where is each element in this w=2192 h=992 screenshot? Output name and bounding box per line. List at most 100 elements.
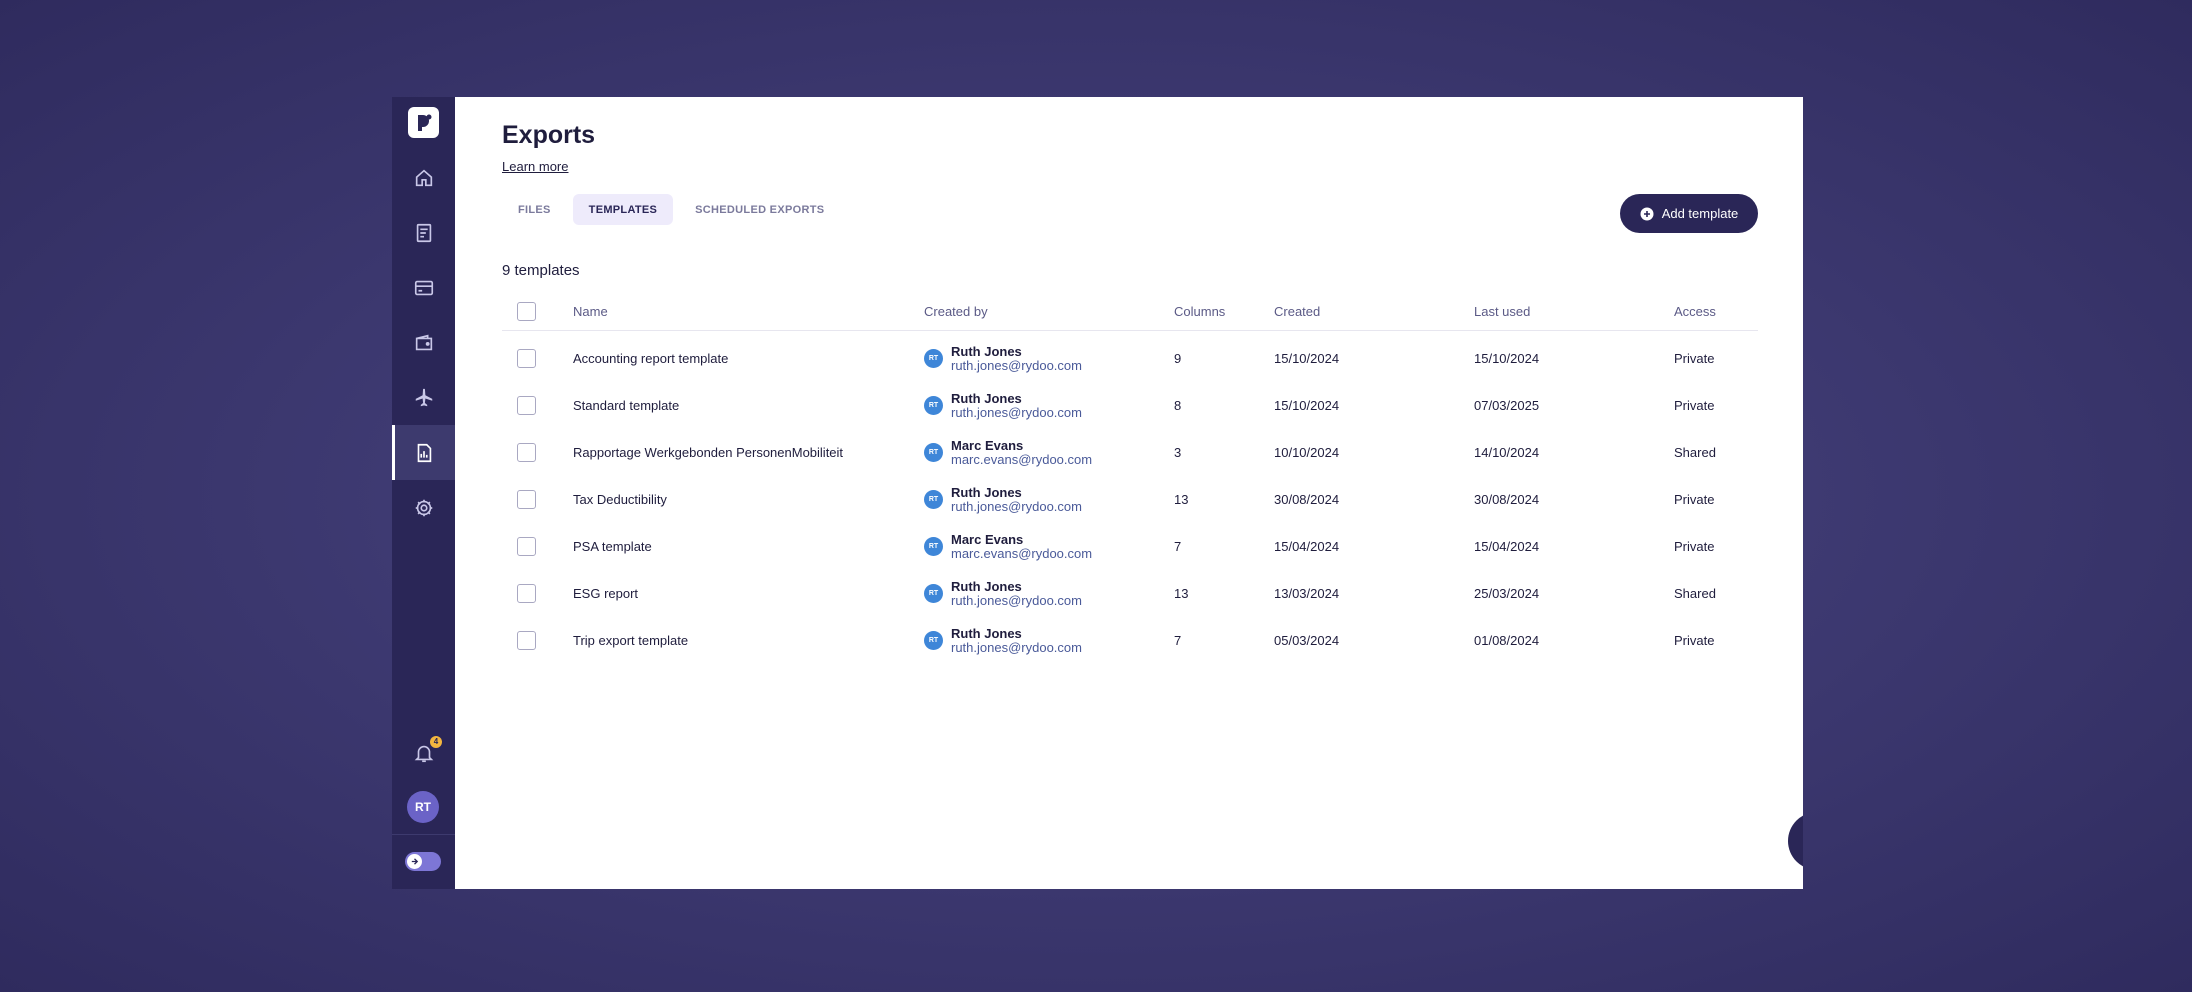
row-checkbox[interactable]: [517, 537, 536, 556]
creator-name: Marc Evans: [951, 531, 1024, 547]
sidebar-item-reports[interactable]: [392, 425, 455, 480]
last-used-date: 30/08/2024: [1474, 492, 1540, 507]
creator-name: Ruth Jones: [951, 343, 1022, 359]
access-level: Private: [1674, 398, 1715, 413]
sidebar-divider: [392, 834, 455, 835]
table-row[interactable]: Standard template RT Ruth Jones ruth.jone…: [502, 382, 1758, 429]
column-header-access[interactable]: Access: [1674, 292, 1716, 331]
last-used-date: 15/10/2024: [1474, 351, 1540, 366]
row-checkbox[interactable]: [517, 396, 536, 415]
created-date: 15/04/2024: [1274, 539, 1340, 554]
access-level: Private: [1674, 492, 1715, 507]
created-date: 30/08/2024: [1274, 492, 1340, 507]
column-header-created-by[interactable]: Created by: [924, 292, 988, 331]
last-used-date: 15/04/2024: [1474, 539, 1540, 554]
tabs: FILES TEMPLATES SCHEDULED EXPORTS: [502, 194, 840, 225]
created-by: RT Ruth Jones ruth.jones@rydoo.com: [924, 382, 1082, 429]
column-count: 8: [1174, 398, 1182, 413]
card-icon: [414, 280, 433, 295]
created-by: RT Ruth Jones ruth.jones@rydoo.com: [924, 335, 1082, 382]
template-name: Tax Deductibility: [573, 492, 667, 507]
receipt-icon: [416, 223, 431, 242]
column-header-created[interactable]: Created: [1274, 292, 1320, 331]
sidebar-item-travel[interactable]: [392, 370, 455, 425]
access-level: Private: [1674, 539, 1715, 554]
table-row[interactable]: Trip export template RT Ruth Jones ruth.j…: [502, 617, 1758, 664]
column-count: 9: [1174, 351, 1182, 366]
home-icon: [415, 169, 432, 186]
chat-support-button[interactable]: [1788, 812, 1803, 870]
sidebar-collapse-toggle[interactable]: [405, 852, 441, 871]
sidebar-item-wallet[interactable]: [392, 315, 455, 370]
plus-circle-icon: [1640, 207, 1654, 220]
sidebar-item-settings[interactable]: [392, 480, 455, 535]
tab-scheduled-exports[interactable]: SCHEDULED EXPORTS: [679, 194, 840, 225]
add-template-button[interactable]: Add template: [1620, 194, 1758, 233]
creator-email: ruth.jones@rydoo.com: [951, 498, 1082, 514]
access-level: Shared: [1674, 445, 1716, 460]
select-all-checkbox[interactable]: [517, 302, 536, 321]
sidebar-item-expenses[interactable]: [392, 205, 455, 260]
created-by: RT Ruth Jones ruth.jones@rydoo.com: [924, 617, 1082, 664]
created-date: 13/03/2024: [1274, 586, 1340, 601]
templates-table: Name Created by Columns Created Last use…: [502, 292, 1758, 664]
creator-avatar: RT: [924, 537, 943, 556]
table-row[interactable]: PSA template RT Marc Evans marc.evans@ryd…: [502, 523, 1758, 570]
creator-email: ruth.jones@rydoo.com: [951, 639, 1082, 655]
sidebar-item-cards[interactable]: [392, 260, 455, 315]
created-date: 05/03/2024: [1274, 633, 1340, 648]
main-content: Exports Learn more FILES TEMPLATES SCHED…: [455, 97, 1803, 889]
creator-name: Ruth Jones: [951, 625, 1022, 641]
created-date: 10/10/2024: [1274, 445, 1340, 460]
notifications-button[interactable]: 4: [392, 725, 455, 780]
wallet-icon: [415, 334, 432, 350]
created-by: RT Ruth Jones ruth.jones@rydoo.com: [924, 570, 1082, 617]
row-checkbox[interactable]: [517, 490, 536, 509]
last-used-date: 25/03/2024: [1474, 586, 1540, 601]
column-count: 13: [1174, 586, 1189, 601]
sidebar-item-home[interactable]: [392, 150, 455, 205]
column-header-name[interactable]: Name: [573, 292, 608, 331]
template-name: PSA template: [573, 539, 652, 554]
table-row[interactable]: Accounting report template RT Ruth Jones…: [502, 335, 1758, 382]
notification-badge: 4: [430, 736, 442, 748]
template-name: Rapportage Werkgebonden PersonenMobilite…: [573, 445, 844, 460]
row-checkbox[interactable]: [517, 349, 536, 368]
template-name: Trip export template: [573, 633, 689, 648]
row-checkbox[interactable]: [517, 443, 536, 462]
tab-templates[interactable]: TEMPLATES: [572, 194, 674, 225]
learn-more-link[interactable]: Learn more: [502, 159, 568, 174]
table-header: Name Created by Columns Created Last use…: [502, 292, 1758, 331]
created-date: 15/10/2024: [1274, 398, 1340, 413]
arrow-right-icon: [411, 858, 419, 865]
creator-avatar: RT: [924, 396, 943, 415]
access-level: Private: [1674, 633, 1715, 648]
gear-icon: [415, 499, 432, 516]
row-checkbox[interactable]: [517, 584, 536, 603]
table-row[interactable]: Tax Deductibility RT Ruth Jones ruth.jone…: [502, 476, 1758, 523]
table-row[interactable]: ESG report RT Ruth Jones ruth.jones@rydoo…: [502, 570, 1758, 617]
rydoo-logo-icon[interactable]: [408, 107, 439, 138]
creator-name: Ruth Jones: [951, 578, 1022, 594]
last-used-date: 01/08/2024: [1474, 633, 1540, 648]
creator-avatar: RT: [924, 349, 943, 368]
user-avatar[interactable]: RT: [407, 791, 439, 823]
creator-email: ruth.jones@rydoo.com: [951, 404, 1082, 420]
toggle-knob: [407, 854, 422, 869]
tab-files[interactable]: FILES: [502, 194, 567, 225]
row-checkbox[interactable]: [517, 631, 536, 650]
creator-name: Ruth Jones: [951, 484, 1022, 500]
column-count: 13: [1174, 492, 1189, 507]
creator-avatar: RT: [924, 443, 943, 462]
access-level: Private: [1674, 351, 1715, 366]
created-by: RT Marc Evans marc.evans@rydoo.com: [924, 523, 1092, 570]
report-icon: [417, 443, 431, 462]
creator-email: ruth.jones@rydoo.com: [951, 357, 1082, 373]
last-used-date: 07/03/2025: [1474, 398, 1540, 413]
column-count: 7: [1174, 633, 1182, 648]
column-header-columns[interactable]: Columns: [1174, 292, 1225, 331]
column-header-last-used[interactable]: Last used: [1474, 292, 1530, 331]
creator-email: marc.evans@rydoo.com: [951, 545, 1093, 561]
created-by: RT Ruth Jones ruth.jones@rydoo.com: [924, 476, 1082, 523]
table-row[interactable]: Rapportage Werkgebonden PersonenMobilite…: [502, 429, 1758, 476]
